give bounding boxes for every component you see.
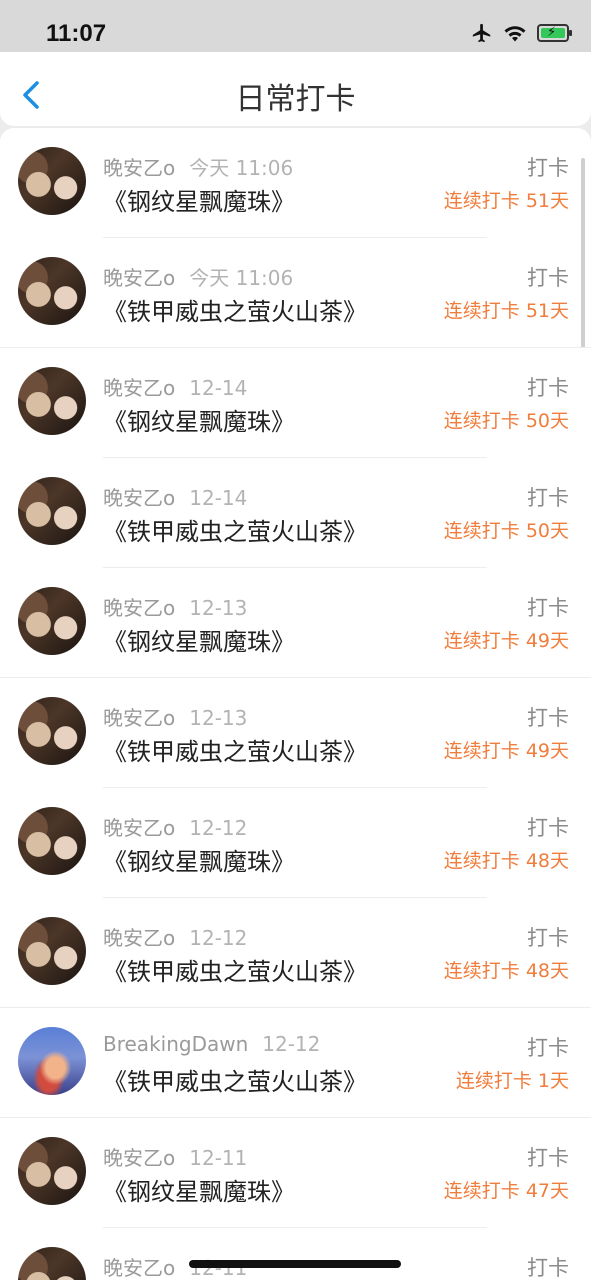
timestamp: 12-14 <box>189 376 248 400</box>
airplane-icon <box>472 23 491 43</box>
list-item[interactable]: 晚安乙o 12-14 《钢纹星飘魔珠》 打卡 连续打卡 50天 <box>0 348 591 458</box>
timestamp: 今天 11:06 <box>189 156 294 180</box>
username: 晚安乙o <box>103 266 176 290</box>
list-item[interactable]: 晚安乙o 12-11 打卡 <box>0 1228 591 1280</box>
item-meta: 晚安乙o 12-14 <box>103 482 247 511</box>
timestamp: 12-12 <box>262 1032 321 1056</box>
item-meta: BreakingDawn 12-12 <box>103 1032 320 1056</box>
username: 晚安乙o <box>103 376 176 400</box>
item-meta: 晚安乙o 12-11 <box>103 1142 247 1171</box>
list-item[interactable]: 晚安乙o 12-11 《钢纹星飘魔珠》 打卡 连续打卡 47天 <box>0 1118 591 1228</box>
avatar[interactable] <box>18 917 86 985</box>
checkin-button[interactable]: 打卡 <box>527 812 569 842</box>
avatar[interactable] <box>18 257 86 325</box>
checkin-button[interactable]: 打卡 <box>527 592 569 622</box>
item-meta: 晚安乙o 今天 11:06 <box>103 152 293 181</box>
avatar[interactable] <box>18 1027 86 1095</box>
avatar[interactable] <box>18 807 86 875</box>
status-time: 11:07 <box>46 20 107 47</box>
timestamp: 12-11 <box>189 1146 248 1170</box>
avatar[interactable] <box>18 697 86 765</box>
checkin-button[interactable]: 打卡 <box>527 262 569 292</box>
checkin-button[interactable]: 打卡 <box>527 702 569 732</box>
username: 晚安乙o <box>103 816 176 840</box>
item-title: 《铁甲威虫之萤火山茶》 <box>103 738 367 766</box>
checkin-button[interactable]: 打卡 <box>527 1252 569 1280</box>
list-item[interactable]: 晚安乙o 12-14 《铁甲威虫之萤火山茶》 打卡 连续打卡 50天 <box>0 458 591 568</box>
list-item[interactable]: 晚安乙o 今天 11:06 《钢纹星飘魔珠》 打卡 连续打卡 51天 <box>0 128 591 238</box>
item-title: 《铁甲威虫之萤火山茶》 <box>103 518 367 546</box>
timestamp: 今天 11:06 <box>189 266 294 290</box>
timestamp: 12-12 <box>189 926 248 950</box>
navigation-bar: 日常打卡 <box>0 52 591 126</box>
item-title: 《钢纹星飘魔珠》 <box>103 188 295 216</box>
status-bar: 11:07 ⚡ <box>0 0 591 52</box>
list-item[interactable]: 晚安乙o 12-13 《铁甲威虫之萤火山茶》 打卡 连续打卡 49天 <box>0 678 591 788</box>
list-item[interactable]: 晚安乙o 12-13 《钢纹星飘魔珠》 打卡 连续打卡 49天 <box>0 568 591 678</box>
username: 晚安乙o <box>103 1256 176 1280</box>
item-title: 《铁甲威虫之萤火山茶》 <box>103 958 367 986</box>
page-title: 日常打卡 <box>235 82 356 117</box>
item-meta: 晚安乙o 12-12 <box>103 812 247 841</box>
username: 晚安乙o <box>103 486 176 510</box>
home-indicator[interactable] <box>189 1260 401 1268</box>
checkin-button[interactable]: 打卡 <box>527 922 569 952</box>
username: 晚安乙o <box>103 1146 176 1170</box>
list-item[interactable]: 晚安乙o 今天 11:06 《铁甲威虫之萤火山茶》 打卡 连续打卡 51天 <box>0 238 591 348</box>
username: 晚安乙o <box>103 706 176 730</box>
username: BreakingDawn <box>103 1032 249 1056</box>
list-item[interactable]: BreakingDawn 12-12 《铁甲威虫之萤火山茶》 打卡 连续打卡 1天 <box>0 1008 591 1118</box>
streak-count: 连续打卡 48天 <box>443 850 569 872</box>
item-meta: 晚安乙o 今天 11:06 <box>103 262 293 291</box>
checkin-button[interactable]: 打卡 <box>527 372 569 402</box>
item-title: 《钢纹星飘魔珠》 <box>103 628 295 656</box>
streak-count: 连续打卡 49天 <box>443 630 569 652</box>
checkin-button[interactable]: 打卡 <box>527 1142 569 1172</box>
timestamp: 12-12 <box>189 816 248 840</box>
username: 晚安乙o <box>103 156 176 180</box>
item-title: 《铁甲威虫之萤火山茶》 <box>103 1068 367 1096</box>
streak-count: 连续打卡 50天 <box>443 520 569 542</box>
checkin-button[interactable]: 打卡 <box>527 482 569 512</box>
checkin-button[interactable]: 打卡 <box>527 1032 569 1062</box>
timestamp: 12-14 <box>189 486 248 510</box>
streak-count: 连续打卡 47天 <box>443 1180 569 1202</box>
streak-count: 连续打卡 48天 <box>443 960 569 982</box>
avatar[interactable] <box>18 1137 86 1205</box>
avatar[interactable] <box>18 587 86 655</box>
timestamp: 12-13 <box>189 596 248 620</box>
item-title: 《钢纹星飘魔珠》 <box>103 408 295 436</box>
avatar[interactable] <box>18 147 86 215</box>
item-meta: 晚安乙o 12-13 <box>103 702 247 731</box>
status-icons: ⚡ <box>471 22 572 44</box>
wifi-icon <box>504 26 526 42</box>
item-meta: 晚安乙o 12-12 <box>103 922 247 951</box>
streak-count: 连续打卡 50天 <box>443 410 569 432</box>
avatar[interactable] <box>18 477 86 545</box>
checkin-button[interactable]: 打卡 <box>527 152 569 182</box>
item-title: 《钢纹星飘魔珠》 <box>103 1178 295 1206</box>
streak-count: 连续打卡 51天 <box>443 190 569 212</box>
item-meta: 晚安乙o 12-14 <box>103 372 247 401</box>
item-title: 《钢纹星飘魔珠》 <box>103 848 295 876</box>
list-item[interactable]: 晚安乙o 12-12 《钢纹星飘魔珠》 打卡 连续打卡 48天 <box>0 788 591 898</box>
checkin-list[interactable]: 晚安乙o 今天 11:06 《钢纹星飘魔珠》 打卡 连续打卡 51天 晚安乙o 今天… <box>0 128 591 1280</box>
username: 晚安乙o <box>103 926 176 950</box>
avatar[interactable] <box>18 367 86 435</box>
streak-count: 连续打卡 49天 <box>443 740 569 762</box>
item-meta: 晚安乙o 12-13 <box>103 592 247 621</box>
streak-count: 连续打卡 51天 <box>443 300 569 322</box>
list-item[interactable]: 晚安乙o 12-12 《铁甲威虫之萤火山茶》 打卡 连续打卡 48天 <box>0 898 591 1008</box>
avatar[interactable] <box>18 1247 86 1280</box>
item-title: 《铁甲威虫之萤火山茶》 <box>103 298 367 326</box>
timestamp: 12-13 <box>189 706 248 730</box>
streak-count: 连续打卡 1天 <box>455 1070 569 1092</box>
battery-icon: ⚡ <box>537 24 572 42</box>
username: 晚安乙o <box>103 596 176 620</box>
